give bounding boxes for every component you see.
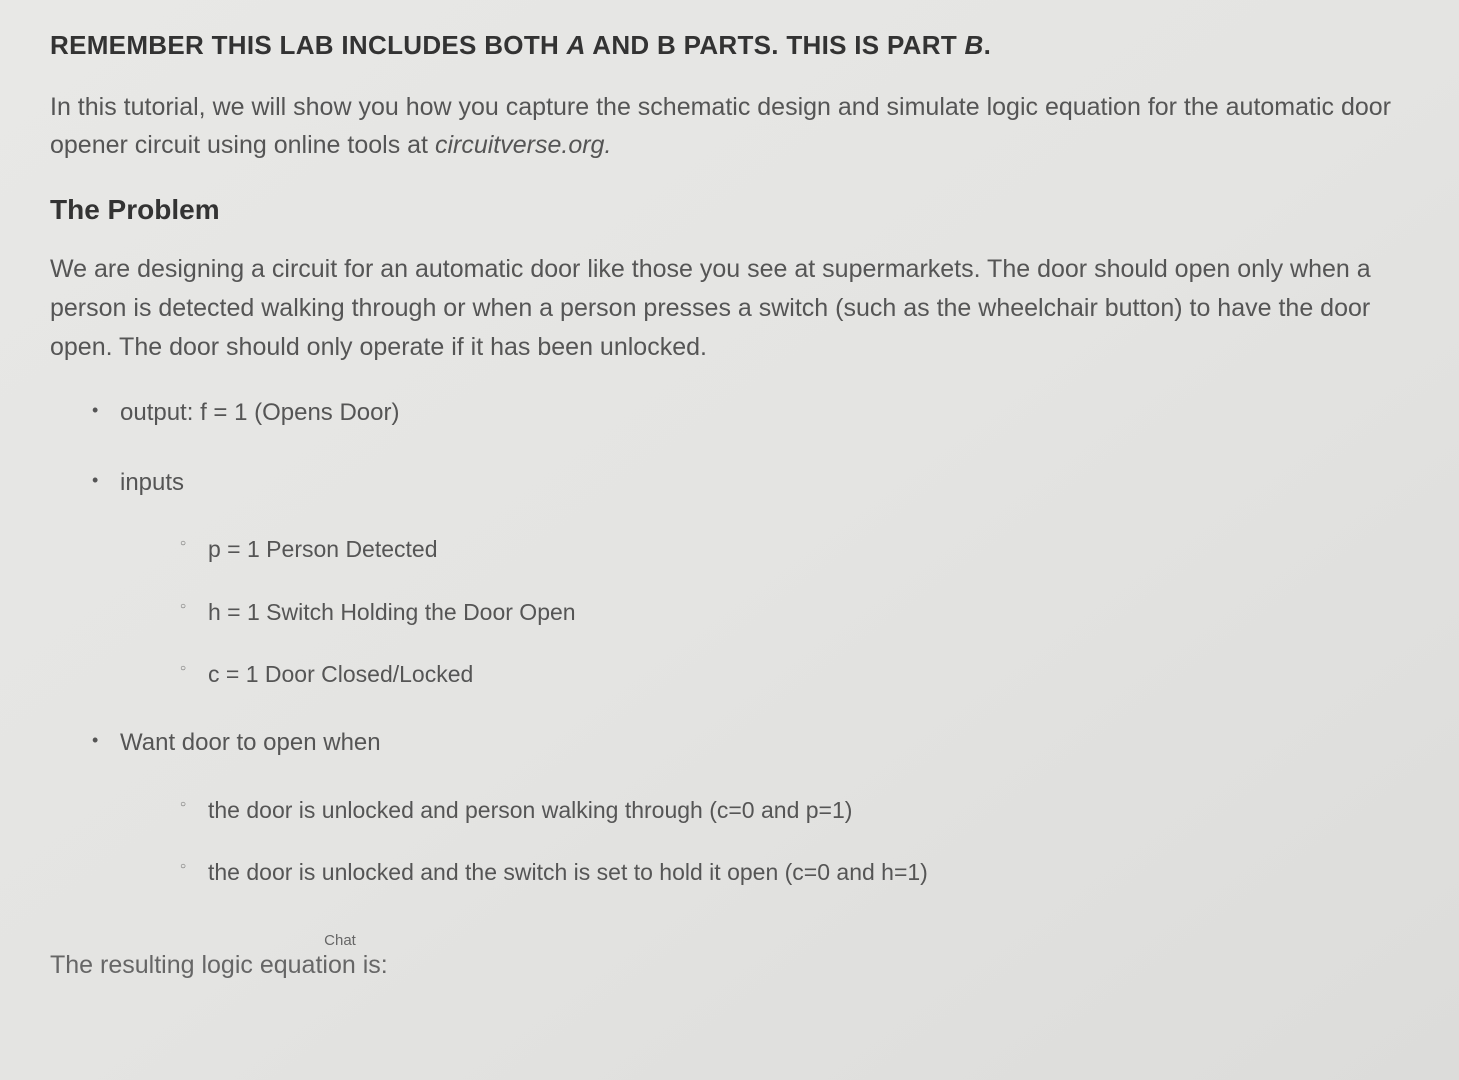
- heading-italic-a: A: [567, 30, 593, 60]
- want-sublist: the door is unlocked and person walking …: [120, 794, 1409, 888]
- intro-paragraph: In this tutorial, we will show you how y…: [50, 89, 1409, 164]
- heading-italic-b: B: [965, 30, 984, 60]
- input-p: p = 1 Person Detected: [208, 533, 1409, 565]
- heading-mid: AND B PARTS. THIS IS PART: [592, 30, 964, 60]
- want-condition-1: the door is unlocked and person walking …: [208, 794, 1409, 826]
- list-item-output: output: f = 1 (Opens Door): [120, 396, 1409, 430]
- list-item-inputs-label: inputs: [120, 469, 184, 496]
- intro-site-link: circuitverse.org.: [435, 131, 611, 159]
- inputs-sublist: p = 1 Person Detected h = 1 Switch Holdi…: [120, 533, 1409, 690]
- chat-label[interactable]: Chat: [310, 932, 370, 949]
- problem-description: We are designing a circuit for an automa…: [50, 250, 1409, 366]
- list-item-want-label: Want door to open when: [120, 729, 381, 756]
- section-heading-problem: The Problem: [50, 194, 1409, 226]
- heading-prefix: REMEMBER THIS LAB INCLUDES BOTH: [50, 30, 567, 60]
- list-item-want: Want door to open when the door is unloc…: [120, 726, 1409, 888]
- resulting-equation-text: The resulting logic equation is:: [50, 951, 1409, 980]
- input-c: c = 1 Door Closed/Locked: [208, 658, 1409, 690]
- want-condition-2: the door is unlocked and the switch is s…: [208, 856, 1409, 888]
- lab-reminder-heading: REMEMBER THIS LAB INCLUDES BOTH A AND B …: [50, 30, 1409, 61]
- heading-suffix: .: [984, 30, 992, 60]
- spec-list: output: f = 1 (Opens Door) inputs p = 1 …: [50, 396, 1409, 888]
- intro-text: In this tutorial, we will show you how y…: [50, 93, 1391, 159]
- input-h: h = 1 Switch Holding the Door Open: [208, 596, 1409, 628]
- list-item-inputs: inputs p = 1 Person Detected h = 1 Switc…: [120, 466, 1409, 690]
